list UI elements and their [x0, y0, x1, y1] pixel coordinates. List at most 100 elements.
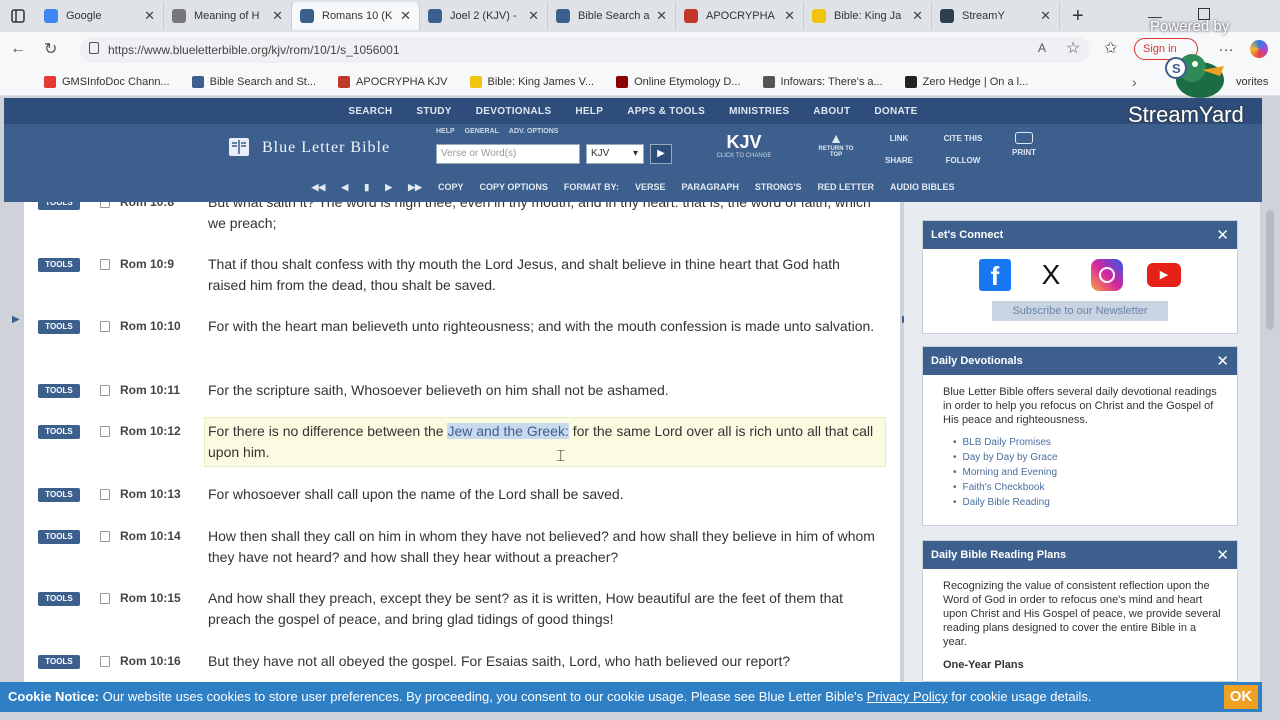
- search-option-link[interactable]: ADV. OPTIONS: [509, 128, 559, 135]
- facebook-icon[interactable]: f: [979, 259, 1011, 291]
- youtube-icon[interactable]: ▶: [1147, 263, 1181, 287]
- follow-button[interactable]: FOLLOW: [936, 156, 990, 165]
- read-aloud-icon[interactable]: A: [1038, 41, 1046, 55]
- verse-reference[interactable]: Rom 10:10: [120, 319, 181, 333]
- verse-tools-button[interactable]: TOOLS: [38, 592, 80, 606]
- link-button[interactable]: LINK: [878, 134, 920, 143]
- search-option-link[interactable]: HELP: [436, 128, 455, 135]
- reader-tool-item[interactable]: VERSE: [635, 182, 666, 192]
- browser-tab[interactable]: Google ✕: [36, 2, 164, 30]
- newsletter-button[interactable]: Subscribe to our Newsletter: [992, 301, 1168, 321]
- bookmark-item[interactable]: APOCRYPHA KJV: [338, 75, 448, 88]
- verse-reference[interactable]: Rom 10:15: [120, 591, 181, 605]
- reader-tool-item[interactable]: FORMAT BY:: [564, 182, 619, 192]
- verse-reference[interactable]: Rom 10:12: [120, 424, 181, 438]
- back-icon[interactable]: ←: [10, 40, 26, 58]
- devotional-link[interactable]: Daily Bible Reading: [953, 495, 1237, 510]
- site-nav-item[interactable]: DONATE: [874, 106, 917, 117]
- devotional-link[interactable]: BLB Daily Promises: [953, 435, 1237, 450]
- close-tab-icon[interactable]: ✕: [656, 8, 667, 24]
- chapter-nav-icon[interactable]: ▶▶: [408, 182, 422, 193]
- instagram-icon[interactable]: [1091, 259, 1123, 291]
- site-nav-item[interactable]: DEVOTIONALS: [476, 106, 552, 117]
- search-option-link[interactable]: GENERAL: [465, 128, 499, 135]
- reader-tool-item[interactable]: COPY: [438, 182, 464, 192]
- site-nav-item[interactable]: ABOUT: [813, 106, 850, 117]
- share-button[interactable]: SHARE: [878, 156, 920, 165]
- version-select[interactable]: KJV ▾: [586, 144, 644, 164]
- bookmarks-more-icon[interactable]: ›: [1132, 74, 1137, 90]
- bookmark-item[interactable]: Bible: King James V...: [469, 75, 594, 88]
- copy-icon[interactable]: [100, 321, 110, 332]
- bookmark-item[interactable]: Infowars: There's a...: [762, 75, 883, 88]
- print-button[interactable]: PRINT: [1004, 132, 1044, 157]
- browser-tab[interactable]: StreamY ✕: [932, 2, 1060, 30]
- bookmark-item[interactable]: Bible Search and St...: [191, 75, 316, 88]
- verse-reference[interactable]: Rom 10:13: [120, 487, 181, 501]
- close-icon[interactable]: ✕: [1216, 352, 1229, 370]
- devotional-link[interactable]: Day by Day by Grace: [953, 450, 1237, 465]
- devotional-link[interactable]: Morning and Evening: [953, 465, 1237, 480]
- verse-tools-button[interactable]: TOOLS: [38, 202, 80, 210]
- search-input[interactable]: Verse or Word(s): [436, 144, 580, 164]
- browser-tab[interactable]: Joel 2 (KJV) - ✕: [420, 2, 548, 30]
- chapter-nav-icon[interactable]: ▶: [385, 182, 392, 193]
- selected-text[interactable]: Jew and the Greek:: [447, 423, 569, 439]
- x-icon[interactable]: X: [1035, 259, 1067, 291]
- search-go-button[interactable]: ▶: [650, 144, 672, 164]
- site-nav-item[interactable]: APPS & TOOLS: [627, 106, 705, 117]
- reader-tool-item[interactable]: COPY OPTIONS: [479, 182, 547, 192]
- chapter-nav-icon[interactable]: ◀: [341, 182, 348, 193]
- cite-button[interactable]: CITE THIS: [936, 134, 990, 143]
- verse-tools-button[interactable]: TOOLS: [38, 488, 80, 502]
- close-tab-icon[interactable]: ✕: [912, 8, 923, 24]
- close-tab-icon[interactable]: ✕: [1040, 8, 1051, 24]
- reader-tool-item[interactable]: RED LETTER: [818, 182, 875, 192]
- privacy-policy-link[interactable]: Privacy Policy: [867, 689, 948, 704]
- site-nav-item[interactable]: MINISTRIES: [729, 106, 789, 117]
- favorite-star-icon[interactable]: ☆: [1066, 38, 1080, 58]
- copy-icon[interactable]: [100, 259, 110, 270]
- close-tab-icon[interactable]: ✕: [144, 8, 155, 24]
- copy-icon[interactable]: [100, 656, 110, 667]
- close-tab-icon[interactable]: ✕: [272, 8, 283, 24]
- version-switcher[interactable]: KJV CLICK TO CHANGE: [704, 132, 784, 159]
- copilot-icon[interactable]: [1250, 40, 1268, 58]
- page-scrollbar[interactable]: [1266, 210, 1274, 330]
- bookmark-item[interactable]: Online Etymology D...: [616, 75, 741, 88]
- bookmark-item[interactable]: GMSInfoDoc Chann...: [44, 75, 170, 88]
- copy-icon[interactable]: [100, 489, 110, 500]
- return-to-top-button[interactable]: ▲ RETURN TO TOP: [816, 130, 856, 158]
- close-tab-icon[interactable]: ✕: [528, 8, 539, 24]
- verse-tools-button[interactable]: TOOLS: [38, 425, 80, 439]
- copy-icon[interactable]: [100, 202, 110, 208]
- browser-tab[interactable]: Meaning of H ✕: [164, 2, 292, 30]
- site-nav-item[interactable]: SEARCH: [348, 106, 392, 117]
- verse-reference[interactable]: Rom 10:11: [120, 383, 180, 397]
- verse-tools-button[interactable]: TOOLS: [38, 258, 80, 272]
- copy-icon[interactable]: [100, 426, 110, 437]
- site-logo[interactable]: Blue Letter Bible: [262, 139, 390, 157]
- close-tab-icon[interactable]: ✕: [400, 8, 411, 24]
- verse-reference[interactable]: Rom 10:14: [120, 529, 181, 543]
- favorites-icon[interactable]: ✩: [1104, 38, 1117, 58]
- url-field[interactable]: https://www.blueletterbible.org/kjv/rom/…: [80, 37, 1090, 63]
- new-tab-button[interactable]: +: [1072, 5, 1084, 28]
- collapse-left-icon[interactable]: ▶: [12, 314, 20, 325]
- verse-reference[interactable]: Rom 10:16: [120, 654, 181, 668]
- verse-tools-button[interactable]: TOOLS: [38, 384, 80, 398]
- reader-tool-item[interactable]: PARAGRAPH: [682, 182, 739, 192]
- close-icon[interactable]: ✕: [1216, 226, 1229, 244]
- bible-logo-icon[interactable]: [226, 134, 252, 160]
- chapter-nav-icon[interactable]: ▮: [364, 182, 369, 193]
- site-nav-item[interactable]: HELP: [575, 106, 603, 117]
- browser-tab[interactable]: APOCRYPHA ✕: [676, 2, 804, 30]
- verse-tools-button[interactable]: TOOLS: [38, 655, 80, 669]
- verse-reference[interactable]: Rom 10:9: [120, 257, 174, 271]
- verse-tools-button[interactable]: TOOLS: [38, 320, 80, 334]
- cookie-ok-button[interactable]: OK: [1224, 685, 1258, 709]
- copy-icon[interactable]: [100, 531, 110, 542]
- tab-actions-icon[interactable]: [0, 2, 36, 30]
- browser-tab[interactable]: Bible: King Ja ✕: [804, 2, 932, 30]
- browser-tab[interactable]: Romans 10 (K ✕: [292, 2, 420, 30]
